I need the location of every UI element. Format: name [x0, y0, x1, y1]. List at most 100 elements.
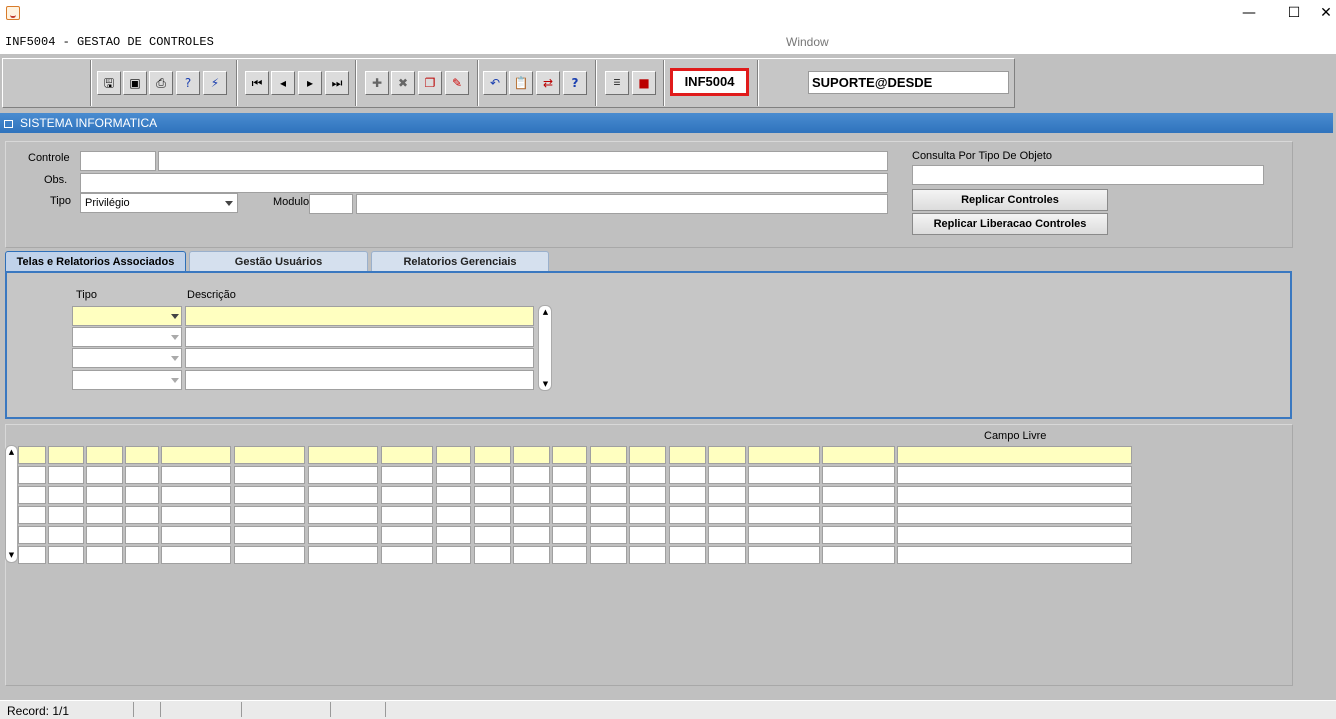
- grid-cell[interactable]: [590, 506, 627, 524]
- grid-cell[interactable]: [161, 466, 231, 484]
- grid-cell[interactable]: [629, 526, 666, 544]
- grid-cell[interactable]: [590, 486, 627, 504]
- grid-cell[interactable]: [381, 486, 433, 504]
- grid-cell[interactable]: [897, 506, 1132, 524]
- replicar-controles-button[interactable]: Replicar Controles: [912, 189, 1108, 211]
- grid-cell[interactable]: [18, 506, 46, 524]
- grid-cell[interactable]: [86, 466, 123, 484]
- tab-gestao-usuarios[interactable]: Gestão Usuários: [189, 251, 368, 271]
- grid-cell[interactable]: [822, 446, 895, 464]
- close-button[interactable]: ✕: [1316, 2, 1336, 26]
- grid-cell[interactable]: [513, 466, 550, 484]
- grid-cell[interactable]: [18, 546, 46, 564]
- undo-icon[interactable]: ↶: [483, 71, 507, 95]
- grid-cell[interactable]: [708, 466, 746, 484]
- grid-scrollbar[interactable]: ▲ ▼: [5, 445, 18, 563]
- grid-cell[interactable]: [708, 486, 746, 504]
- grid-cell[interactable]: [669, 466, 706, 484]
- grid-cell[interactable]: [125, 446, 159, 464]
- grid-cell[interactable]: [436, 446, 471, 464]
- grid-cell[interactable]: [436, 466, 471, 484]
- grid-cell[interactable]: [513, 526, 550, 544]
- grid-cell[interactable]: [669, 546, 706, 564]
- delete-record-icon[interactable]: ✖: [391, 71, 415, 95]
- grid-cell[interactable]: [513, 446, 550, 464]
- grid-cell[interactable]: [48, 506, 84, 524]
- grid-cell[interactable]: [125, 466, 159, 484]
- grid-cell[interactable]: [669, 526, 706, 544]
- grid-cell[interactable]: [474, 446, 511, 464]
- grid-cell[interactable]: [552, 546, 587, 564]
- grid-cell[interactable]: [748, 506, 820, 524]
- grid-cell[interactable]: [822, 506, 895, 524]
- clear-record-icon[interactable]: ✎: [445, 71, 469, 95]
- window-menu[interactable]: Window: [786, 35, 829, 49]
- grid-cell[interactable]: [748, 466, 820, 484]
- grid-cell[interactable]: [552, 446, 587, 464]
- previous-record-icon[interactable]: ◂: [271, 71, 295, 95]
- assoc-descricao-input[interactable]: [185, 370, 534, 390]
- first-record-icon[interactable]: ⏮: [245, 71, 269, 95]
- grid-cell[interactable]: [669, 506, 706, 524]
- grid-cell[interactable]: [161, 526, 231, 544]
- grid-cell[interactable]: [161, 486, 231, 504]
- grid-cell[interactable]: [381, 466, 433, 484]
- grid-cell[interactable]: [86, 526, 123, 544]
- grid-cell[interactable]: [822, 486, 895, 504]
- grid-cell[interactable]: [708, 526, 746, 544]
- grid-cell[interactable]: [86, 486, 123, 504]
- grid-cell[interactable]: [381, 546, 433, 564]
- grid-cell[interactable]: [474, 486, 511, 504]
- grid-cell[interactable]: [629, 546, 666, 564]
- clipboard-icon[interactable]: 📋: [509, 71, 533, 95]
- grid-cell[interactable]: [161, 506, 231, 524]
- printer-icon[interactable]: ⎙: [149, 71, 173, 95]
- grid-cell[interactable]: [669, 446, 706, 464]
- grid-cell[interactable]: [748, 526, 820, 544]
- grid-cell[interactable]: [436, 526, 471, 544]
- grid-cell[interactable]: [474, 506, 511, 524]
- grid-cell[interactable]: [897, 546, 1132, 564]
- grid-cell[interactable]: [552, 506, 587, 524]
- grid-cell[interactable]: [552, 486, 587, 504]
- grid-cell[interactable]: [590, 466, 627, 484]
- grid-cell[interactable]: [436, 546, 471, 564]
- tab-relatorios-gerenciais[interactable]: Relatorios Gerenciais: [371, 251, 549, 271]
- grid-cell[interactable]: [161, 446, 231, 464]
- grid-cell[interactable]: [748, 546, 820, 564]
- assoc-tipo-select[interactable]: [72, 348, 182, 368]
- grid-cell[interactable]: [897, 526, 1132, 544]
- grid-cell[interactable]: [161, 546, 231, 564]
- grid-cell[interactable]: [125, 486, 159, 504]
- insert-record-icon[interactable]: ✚: [365, 71, 389, 95]
- assoc-tipo-select[interactable]: [72, 327, 182, 347]
- consulta-input[interactable]: [912, 165, 1264, 185]
- grid-cell[interactable]: [234, 486, 305, 504]
- grid-cell[interactable]: [590, 526, 627, 544]
- modulo-code-input[interactable]: [309, 194, 353, 214]
- assoc-tipo-select[interactable]: [72, 306, 182, 326]
- last-record-icon[interactable]: ⏭: [325, 71, 349, 95]
- grid-cell[interactable]: [822, 546, 895, 564]
- grid-cell[interactable]: [18, 526, 46, 544]
- replicar-liberacao-button[interactable]: Replicar Liberacao Controles: [912, 213, 1108, 235]
- grid-cell[interactable]: [308, 526, 378, 544]
- scroll-down-icon[interactable]: ▼: [6, 551, 17, 560]
- menu-icon[interactable]: ☰: [605, 71, 629, 95]
- grid-cell[interactable]: [48, 486, 84, 504]
- grid-cell[interactable]: [48, 446, 84, 464]
- grid-cell[interactable]: [822, 466, 895, 484]
- modulo-desc-input[interactable]: [356, 194, 888, 214]
- scroll-up-icon[interactable]: ▲: [6, 448, 17, 457]
- grid-cell[interactable]: [897, 486, 1132, 504]
- execute-query-icon[interactable]: ⚡: [203, 71, 227, 95]
- grid-cell[interactable]: [308, 546, 378, 564]
- grid-cell[interactable]: [474, 546, 511, 564]
- grid-cell[interactable]: [234, 466, 305, 484]
- grid-cell[interactable]: [708, 546, 746, 564]
- grid-cell[interactable]: [708, 446, 746, 464]
- grid-cell[interactable]: [234, 506, 305, 524]
- grid-cell[interactable]: [48, 546, 84, 564]
- grid-cell[interactable]: [629, 506, 666, 524]
- grid-cell[interactable]: [513, 506, 550, 524]
